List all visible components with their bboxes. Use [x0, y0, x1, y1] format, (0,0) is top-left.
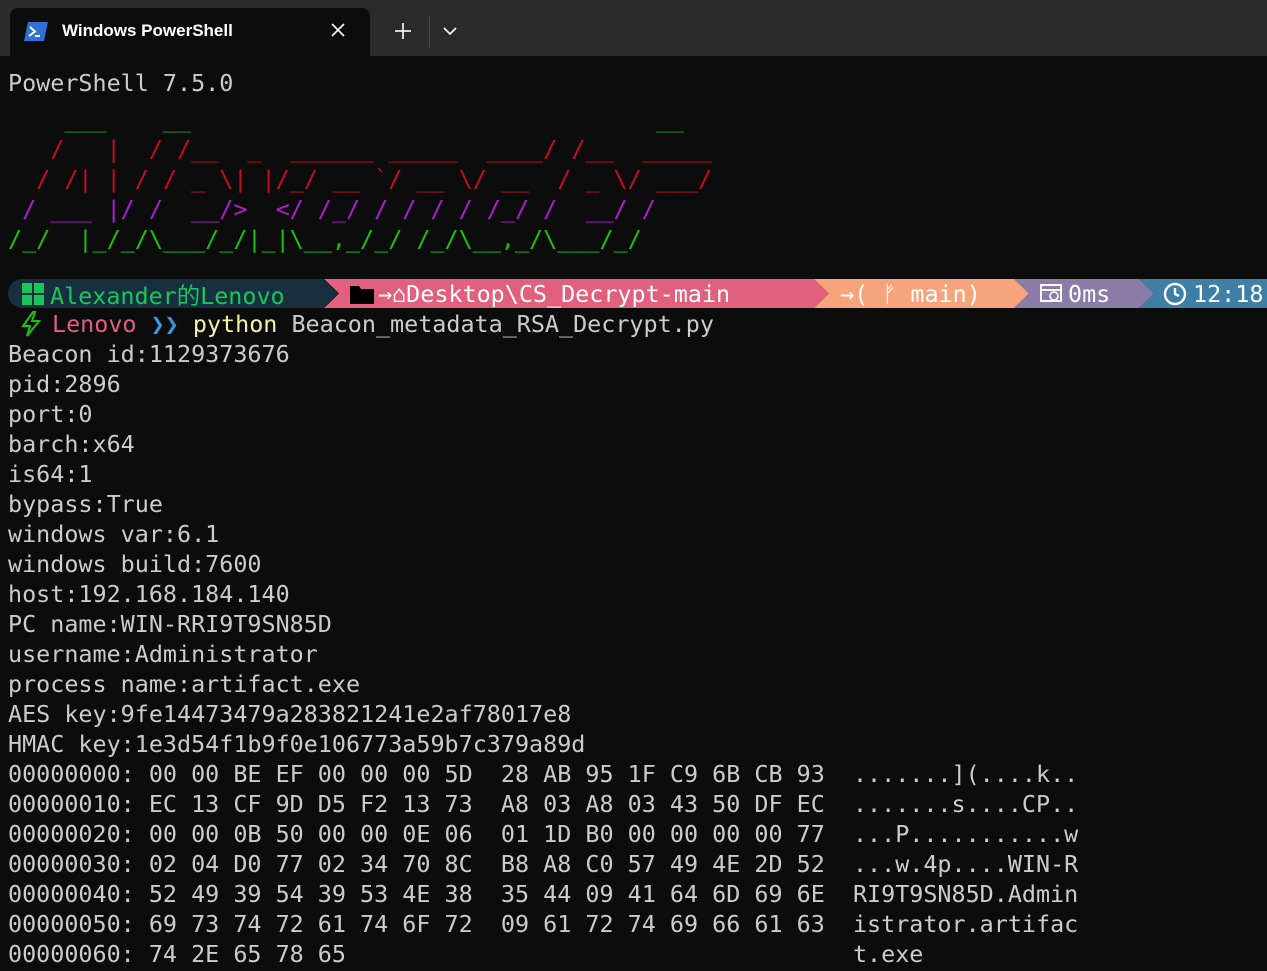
- prompt-git: →( ᚠ main): [840, 279, 981, 308]
- folder-icon: [350, 284, 374, 304]
- prompt-arrows: ❯❯: [150, 310, 179, 338]
- prompt-time: 12:18: [1193, 279, 1264, 308]
- prompt-segment-duration: 0ms: [1014, 279, 1154, 308]
- output-line: 00000060: 74 2E 65 78 65 t.exe: [8, 940, 924, 968]
- title-bar: Windows PowerShell: [0, 0, 1267, 56]
- command-prompt: Lenovo ❯❯ python Beacon_metadata_RSA_Dec…: [8, 309, 714, 339]
- prompt-duration: 0ms: [1068, 279, 1111, 308]
- output-line: pid:2896: [8, 370, 121, 398]
- ascii-art-line: / ___ |/ / __/> </ /_/ / / / / /_/ / __/…: [8, 195, 656, 223]
- tab-title: Windows PowerShell: [62, 21, 233, 40]
- plus-icon: [395, 23, 411, 39]
- prompt-segment-time: 12:18: [1139, 279, 1267, 308]
- output-line: windows build:7600: [8, 550, 262, 578]
- prompt-segment-user: Alexander的Lenovo: [8, 279, 338, 308]
- output-line: 00000010: EC 13 CF 9D D5 F2 13 73 A8 03 …: [8, 790, 1079, 818]
- windows-icon: [22, 282, 44, 305]
- ascii-art-line: /_/ |_/_/\___/_/|_|\__,_/_/ /_/\__,_/\__…: [8, 225, 642, 253]
- output-line: 00000000: 00 00 BE EF 00 00 00 5D 28 AB …: [8, 760, 1079, 788]
- output-line: Beacon id:1129373676: [8, 340, 290, 368]
- tab-dropdown-button[interactable]: [436, 16, 464, 46]
- prompt-bar: Alexander的Lenovo →⌂Desktop\CS_Decrypt-ma…: [8, 279, 1267, 308]
- prompt-segment-path: →⌂Desktop\CS_Decrypt-main: [324, 279, 829, 308]
- output-line: windows var:6.1: [8, 520, 220, 548]
- output-line: 00000040: 52 49 39 54 39 53 4E 38 35 44 …: [8, 880, 1079, 908]
- output-line: PC name:WIN-RRI9T9SN85D: [8, 610, 332, 638]
- clock-icon: [1163, 282, 1187, 306]
- output-line: 00000050: 69 73 74 72 61 74 6F 72 09 61 …: [8, 910, 1079, 938]
- new-tab-button[interactable]: [388, 16, 418, 46]
- output-line: 00000020: 00 00 0B 50 00 00 0E 06 01 1D …: [8, 820, 1079, 848]
- command-name: python: [192, 310, 278, 338]
- output-line: HMAC key:1e3d54f1b9f0e106773a59b7c379a89…: [8, 730, 586, 758]
- output-line: username:Administrator: [8, 640, 318, 668]
- chevron-down-icon: [443, 26, 457, 35]
- ascii-art-banner: ___ __ __ / | / /__ _ ______ _____ ____/…: [8, 104, 712, 254]
- output-line: host:192.168.184.140: [8, 580, 290, 608]
- output-line: AES key:9fe14473479a283821241e2af78017e8: [8, 700, 572, 728]
- output-line: is64:1: [8, 460, 93, 488]
- close-icon[interactable]: [328, 20, 348, 40]
- tab-powershell[interactable]: Windows PowerShell: [10, 8, 370, 56]
- timer-icon: [1040, 283, 1062, 304]
- ascii-art-line: / /| | / / _ \| |/_/ __ `/ __ \/ __ / _ …: [8, 165, 713, 193]
- tab-divider: [429, 16, 430, 48]
- output-line: bypass:True: [8, 490, 163, 518]
- prompt-user: Alexander的Lenovo: [50, 281, 285, 310]
- prompt-path: →⌂Desktop\CS_Decrypt-main: [378, 279, 731, 308]
- command-argument: Beacon_metadata_RSA_Decrypt.py: [291, 310, 714, 338]
- powershell-icon: [24, 22, 48, 41]
- prompt-host: Lenovo: [52, 310, 137, 338]
- output-line: 00000030: 02 04 D0 77 02 34 70 8C B8 A8 …: [8, 850, 1079, 878]
- terminal-version: PowerShell 7.5.0: [8, 69, 234, 97]
- output-line: barch:x64: [8, 430, 135, 458]
- lightning-icon: [20, 311, 42, 337]
- ascii-art-line: ___ __ __: [8, 105, 684, 133]
- prompt-segment-git: →( ᚠ main): [814, 279, 1029, 308]
- ascii-art-line: / | / /__ _ ______ _____ ____/ /__ _____: [8, 135, 713, 163]
- output-line: port:0: [8, 400, 93, 428]
- output-line: process name:artifact.exe: [8, 670, 361, 698]
